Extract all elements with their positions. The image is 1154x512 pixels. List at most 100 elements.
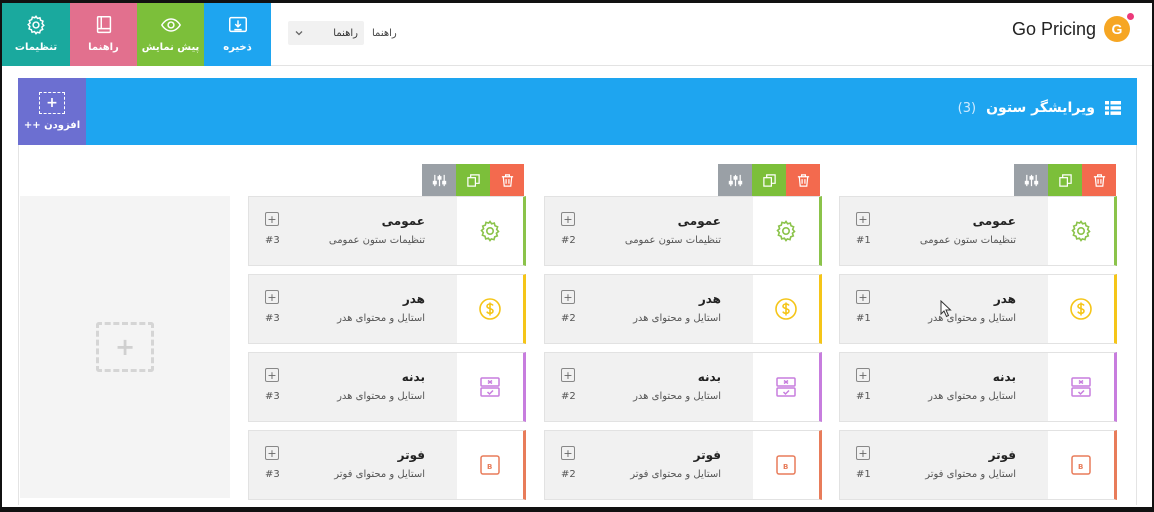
add-column-button[interactable]: + ++ افزودن <box>18 78 86 145</box>
column-editor-bar: + ++ افزودن ویرایشگر ستون (3) <box>18 78 1137 145</box>
card-icon-area <box>753 275 819 343</box>
save-button[interactable]: ذخیره <box>204 0 271 66</box>
column-number: #1 <box>856 235 871 246</box>
download-icon <box>228 16 247 32</box>
card-title: بدنه <box>697 370 721 384</box>
expand-icon[interactable]: + <box>856 368 870 382</box>
column-card[interactable]: هدر استایل و محتوای هدر + #1 <box>839 274 1117 344</box>
card-icon-area <box>457 275 523 343</box>
delete-button[interactable] <box>1082 164 1116 196</box>
expand-icon[interactable]: + <box>561 446 575 460</box>
brand-logo: G <box>1104 13 1134 42</box>
duplicate-button[interactable] <box>1048 164 1082 196</box>
guide-button[interactable]: راهنما <box>70 0 137 66</box>
copy-icon <box>762 173 776 187</box>
column-card[interactable]: بدنه استایل و محتوای هدر + #3 <box>248 352 526 422</box>
brand-name: Go Pricing <box>1011 18 1096 39</box>
help-select-wrapper: راهنما راهنما <box>288 21 397 45</box>
svg-text:B: B <box>1078 463 1083 471</box>
column-number: #1 <box>856 469 871 480</box>
card-title: عمومی <box>972 214 1016 228</box>
trash-icon <box>501 173 513 187</box>
save-label: ذخیره <box>223 41 252 53</box>
arrange-button[interactable] <box>718 164 752 196</box>
column-2-actions <box>718 164 820 196</box>
card-icon-area <box>753 197 819 265</box>
card-title: هدر <box>993 292 1016 306</box>
settings-button[interactable]: تنظیمات <box>2 0 70 66</box>
card-icon-area: B <box>457 431 523 499</box>
dollar-icon <box>1069 297 1093 321</box>
card-subtitle: استایل و محتوای فوتر <box>630 469 721 480</box>
column-card[interactable]: B فوتر استایل و محتوای فوتر + #3 <box>248 430 526 500</box>
settings-label: تنظیمات <box>14 41 58 53</box>
duplicate-button[interactable] <box>752 164 786 196</box>
svg-text:B: B <box>783 463 788 471</box>
column-card[interactable]: B فوتر استایل و محتوای فوتر + #2 <box>544 430 822 500</box>
expand-icon[interactable]: + <box>856 290 870 304</box>
editor-title-text: ویرایشگر ستون <box>986 100 1095 116</box>
copy-icon <box>466 173 480 187</box>
mouse-cursor-icon <box>940 300 952 318</box>
sliders-icon <box>728 174 742 186</box>
expand-icon[interactable]: + <box>856 212 870 226</box>
expand-icon[interactable]: + <box>561 212 575 226</box>
new-column-placeholder[interactable]: + <box>20 196 230 498</box>
card-icon-area <box>1048 197 1114 265</box>
duplicate-button[interactable] <box>456 164 490 196</box>
delete-button[interactable] <box>490 164 524 196</box>
expand-icon[interactable]: + <box>265 212 279 226</box>
top-bar: تنظیمات راهنما پیش نمایش ذخیره راهنما را… <box>0 0 1154 66</box>
editor-title: ویرایشگر ستون (3) <box>958 100 1121 116</box>
button-icon: B <box>774 453 798 477</box>
expand-icon[interactable]: + <box>265 290 279 304</box>
column-number: #3 <box>265 391 280 402</box>
card-title: هدر <box>698 292 721 306</box>
card-title: عمومی <box>677 214 721 228</box>
add-column-label: ++ افزودن <box>23 120 81 131</box>
column-card[interactable]: عمومی تنظیمات ستون عمومی + #2 <box>544 196 822 266</box>
card-subtitle: استایل و محتوای فوتر <box>334 469 425 480</box>
column-card[interactable]: بدنه استایل و محتوای هدر + #1 <box>839 352 1117 422</box>
card-title: بدنه <box>992 370 1016 384</box>
column-number: #2 <box>561 313 576 324</box>
list-icon <box>1105 101 1121 115</box>
svg-text:B: B <box>487 463 492 471</box>
column-card[interactable]: هدر استایل و محتوای هدر + #3 <box>248 274 526 344</box>
expand-icon[interactable]: + <box>856 446 870 460</box>
expand-icon[interactable]: + <box>561 368 575 382</box>
arrange-button[interactable] <box>1014 164 1048 196</box>
add-column-plus-icon: + <box>96 322 154 372</box>
card-icon-area: B <box>1048 431 1114 499</box>
card-title: فوتر <box>397 448 425 462</box>
card-icon-area <box>753 353 819 421</box>
card-subtitle: استایل و محتوای هدر <box>337 391 425 402</box>
column-card[interactable]: عمومی تنظیمات ستون عمومی + #3 <box>248 196 526 266</box>
card-subtitle: استایل و محتوای هدر <box>928 391 1016 402</box>
button-icon: B <box>478 453 502 477</box>
expand-icon[interactable]: + <box>265 368 279 382</box>
card-icon-area <box>1048 275 1114 343</box>
card-title: هدر <box>402 292 425 306</box>
expand-icon[interactable]: + <box>265 446 279 460</box>
column-card[interactable]: B فوتر استایل و محتوای فوتر + #1 <box>839 430 1117 500</box>
column-card[interactable]: بدنه استایل و محتوای هدر + #2 <box>544 352 822 422</box>
book-icon <box>96 15 111 33</box>
checklist-icon <box>774 375 798 399</box>
help-select-value: راهنما <box>333 27 358 39</box>
arrange-button[interactable] <box>422 164 456 196</box>
card-subtitle: استایل و محتوای هدر <box>337 313 425 324</box>
editor-column-count: (3) <box>957 100 977 116</box>
card-icon-area <box>457 197 523 265</box>
help-select[interactable]: راهنما <box>288 21 364 45</box>
dollar-icon <box>478 297 502 321</box>
expand-icon[interactable]: + <box>561 290 575 304</box>
column-card[interactable]: هدر استایل و محتوای هدر + #2 <box>544 274 822 344</box>
card-subtitle: تنظیمات ستون عمومی <box>328 235 425 246</box>
column-card[interactable]: عمومی تنظیمات ستون عمومی + #1 <box>839 196 1117 266</box>
delete-button[interactable] <box>786 164 820 196</box>
card-icon-area <box>1048 353 1114 421</box>
button-icon: B <box>1069 453 1093 477</box>
preview-button[interactable]: پیش نمایش <box>137 0 204 66</box>
column-1-actions <box>1014 164 1116 196</box>
